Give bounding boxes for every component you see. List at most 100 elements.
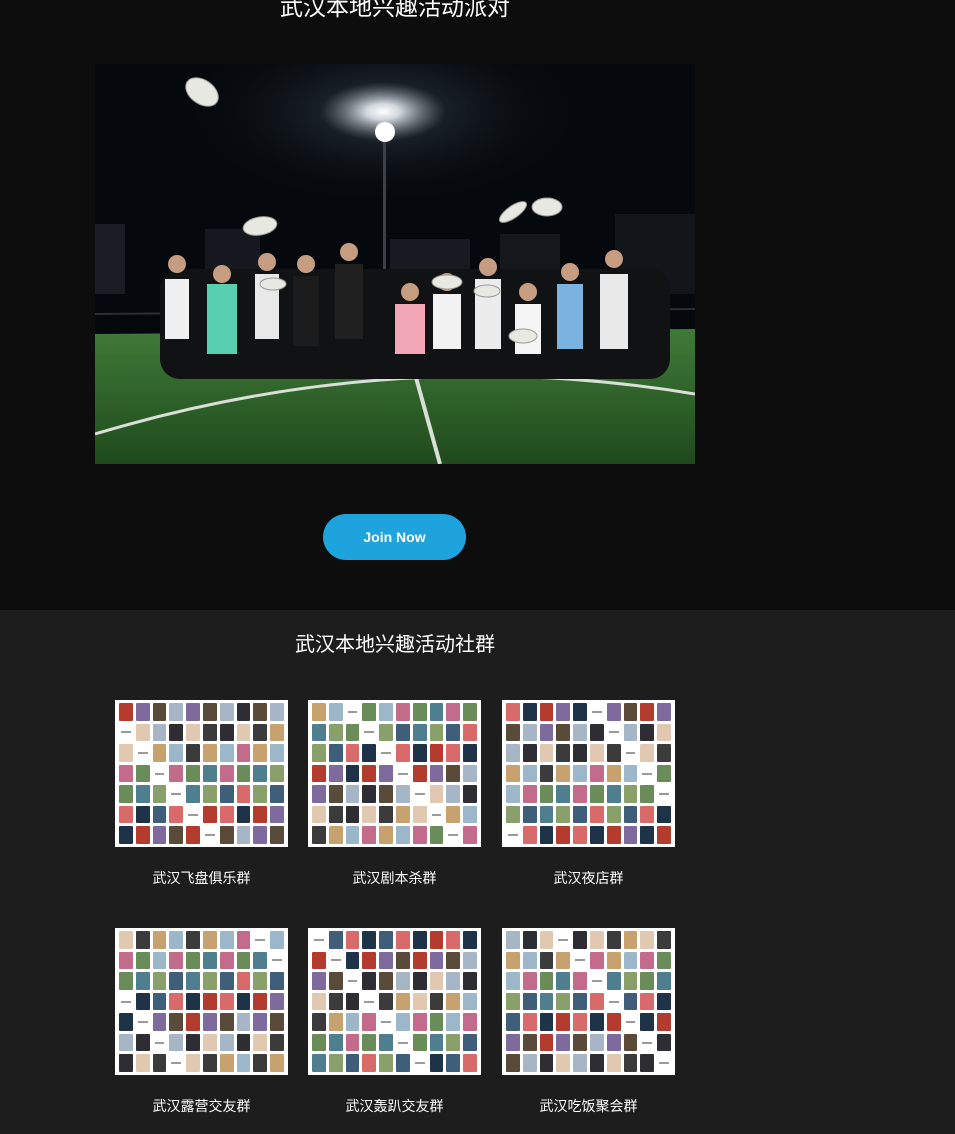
qr-thumbnail — [169, 826, 184, 844]
qr-thumbnail — [396, 703, 410, 721]
qr-thumbnail — [606, 703, 621, 721]
qr-thumbnail — [203, 931, 217, 949]
qr-thumbnail — [362, 703, 377, 721]
qr-thumbnail — [253, 785, 268, 803]
qr-thumbnail — [640, 805, 655, 824]
qr-thumbnail — [522, 703, 537, 721]
qr-thumbnail — [573, 992, 587, 1011]
qr-thumbnail — [312, 1033, 326, 1052]
qr-thumbnail — [169, 744, 184, 762]
qr-thumbnail — [203, 1013, 217, 1031]
qr-thumbnail — [463, 826, 477, 844]
qr-thumbnail — [429, 992, 444, 1011]
qr-thumbnail — [270, 703, 284, 721]
qr-thumbnail — [446, 764, 461, 783]
qr-thumbnail — [270, 992, 284, 1011]
qr-thumbnail — [573, 826, 587, 844]
qr-thumbnail — [463, 992, 477, 1011]
qr-thumbnail — [463, 764, 477, 783]
qr-thumbnail — [556, 744, 571, 762]
qr-thumbnail — [253, 703, 268, 721]
qr-thumbnail — [463, 703, 477, 721]
group-card-frisbee[interactable]: 武汉飞盘俱乐群 — [115, 700, 288, 887]
qr-thumbnail — [186, 931, 200, 949]
qr-thumbnail — [623, 931, 638, 949]
qr-thumbnail — [463, 951, 477, 970]
qr-thumbnail — [119, 972, 133, 990]
group-card-party[interactable]: 武汉轰趴交友群 — [308, 928, 481, 1115]
qr-thumbnail — [556, 723, 571, 742]
frisbee-team-photo — [95, 64, 695, 464]
qr-thumbnail — [640, 826, 655, 844]
hero-photo — [95, 64, 695, 464]
qr-thumbnail — [640, 723, 655, 742]
qr-thumbnail — [236, 931, 251, 949]
group-card-dinner[interactable]: 武汉吃饭聚会群 — [502, 928, 675, 1115]
qr-thumbnail — [135, 703, 150, 721]
qr-thumbnail — [556, 951, 571, 970]
qr-thumbnail — [522, 931, 537, 949]
qr-thumbnail — [136, 1013, 150, 1031]
qr-thumbnail — [219, 1033, 234, 1052]
qr-thumbnail — [539, 785, 554, 803]
qr-thumbnail — [345, 805, 360, 824]
qr-thumbnail — [203, 723, 217, 742]
groups-section: 武汉本地兴趣活动社群 武汉飞盘俱乐群 武汉剧本杀群 武汉夜店群 武汉露营交友群 … — [0, 610, 955, 1134]
qr-thumbnail — [119, 1033, 133, 1052]
qr-thumbnail — [640, 1054, 655, 1072]
group-card-label: 武汉露营交友群 — [152, 1098, 251, 1114]
qr-thumbnail — [506, 1054, 520, 1072]
qr-thumbnail — [640, 1013, 655, 1031]
qr-thumbnail — [396, 972, 410, 990]
qr-thumbnail — [345, 826, 360, 844]
group-card-camping[interactable]: 武汉露营交友群 — [115, 928, 288, 1115]
qr-thumbnail — [312, 744, 326, 762]
qr-thumbnail — [328, 931, 343, 949]
qr-thumbnail — [362, 931, 377, 949]
qr-thumbnail — [463, 723, 477, 742]
qr-thumbnail — [345, 992, 360, 1011]
qr-thumbnail — [396, 992, 410, 1011]
qr-thumbnail — [657, 1033, 671, 1052]
join-now-button[interactable]: Join Now — [323, 514, 466, 560]
group-card-script-murder[interactable]: 武汉剧本杀群 — [308, 700, 481, 887]
qr-thumbnail — [522, 992, 537, 1011]
qr-thumbnail — [169, 1033, 184, 1052]
qr-thumbnail — [657, 744, 671, 762]
qr-thumbnail — [379, 785, 393, 803]
qr-thumbnail — [590, 992, 604, 1011]
qr-thumbnail — [539, 703, 554, 721]
qr-thumbnail — [119, 826, 133, 844]
qr-thumbnail — [607, 993, 621, 1011]
qr-thumbnail — [556, 826, 571, 844]
qr-thumbnail — [539, 744, 554, 762]
qr-thumbnail — [253, 931, 267, 949]
qr-thumbnail — [539, 805, 554, 824]
qr-thumbnail — [152, 992, 167, 1011]
qr-thumbnail — [236, 764, 251, 783]
qr-thumbnail — [219, 951, 234, 970]
qr-thumbnail — [429, 972, 444, 990]
qr-thumbnail — [657, 723, 671, 742]
qr-thumbnail — [573, 764, 587, 783]
qr-thumbnail — [413, 1054, 427, 1072]
qr-thumbnail — [590, 1013, 604, 1031]
qr-thumbnail — [236, 1054, 251, 1072]
qr-thumbnail — [623, 992, 638, 1011]
qr-thumbnail — [312, 1054, 326, 1072]
group-card-nightclub[interactable]: 武汉夜店群 — [502, 700, 675, 887]
qr-thumbnail — [590, 805, 604, 824]
qr-thumbnail — [345, 951, 360, 970]
qr-thumbnail — [573, 1013, 587, 1031]
qr-thumbnail — [379, 931, 393, 949]
qr-thumbnail — [522, 785, 537, 803]
qr-thumbnail — [328, 992, 343, 1011]
qr-thumbnail — [346, 972, 360, 990]
qr-thumbnail — [640, 785, 655, 803]
qr-thumbnail — [379, 805, 393, 824]
qr-thumbnail — [328, 744, 343, 762]
qr-thumbnail — [539, 1013, 554, 1031]
group-card-label: 武汉剧本杀群 — [352, 870, 437, 886]
qr-thumbnail — [412, 1013, 427, 1031]
qr-thumbnail — [590, 723, 604, 742]
